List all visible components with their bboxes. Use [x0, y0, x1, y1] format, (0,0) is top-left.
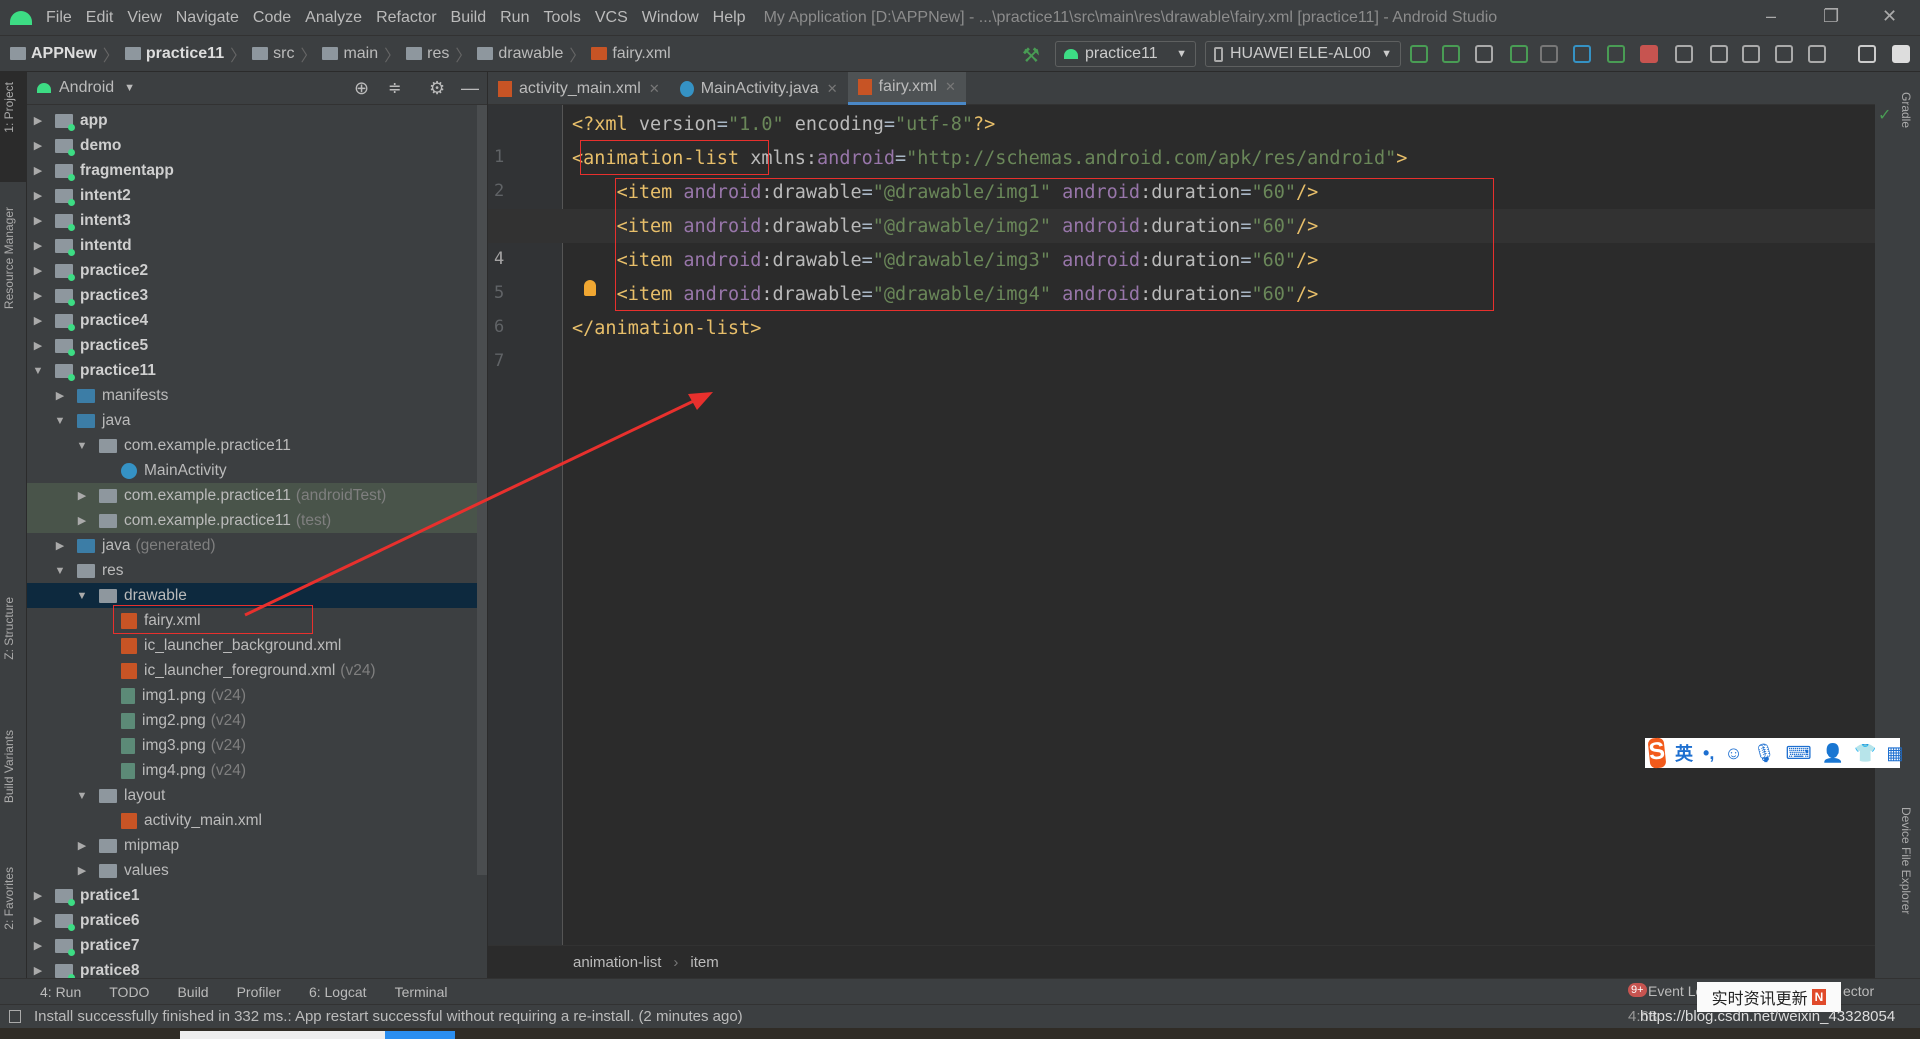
annotation-arrow: [244, 392, 713, 617]
toolbox-icon[interactable]: ▦: [1886, 743, 1903, 764]
watermark: https://blog.csdn.net/weixin_43328054: [1640, 1008, 1896, 1025]
toast-text: 实时资讯更新: [1711, 991, 1808, 1008]
toast-badge: N: [1811, 989, 1827, 1005]
sogou-logo[interactable]: S: [1647, 737, 1667, 769]
skin-icon[interactable]: 👕: [1854, 743, 1876, 764]
ime-toolbar: S 英 •, ☺ 🎙 ⌨ 👤 👕 ▦: [1645, 737, 1903, 769]
user-card-icon[interactable]: 👤: [1822, 743, 1844, 764]
ime-language[interactable]: 英: [1675, 740, 1693, 766]
ime-punctuation[interactable]: •,: [1703, 743, 1714, 764]
keyboard-icon[interactable]: ⌨: [1786, 743, 1812, 764]
microphone-icon[interactable]: 🎙: [1753, 743, 1776, 764]
emoji-icon[interactable]: ☺: [1724, 743, 1742, 764]
